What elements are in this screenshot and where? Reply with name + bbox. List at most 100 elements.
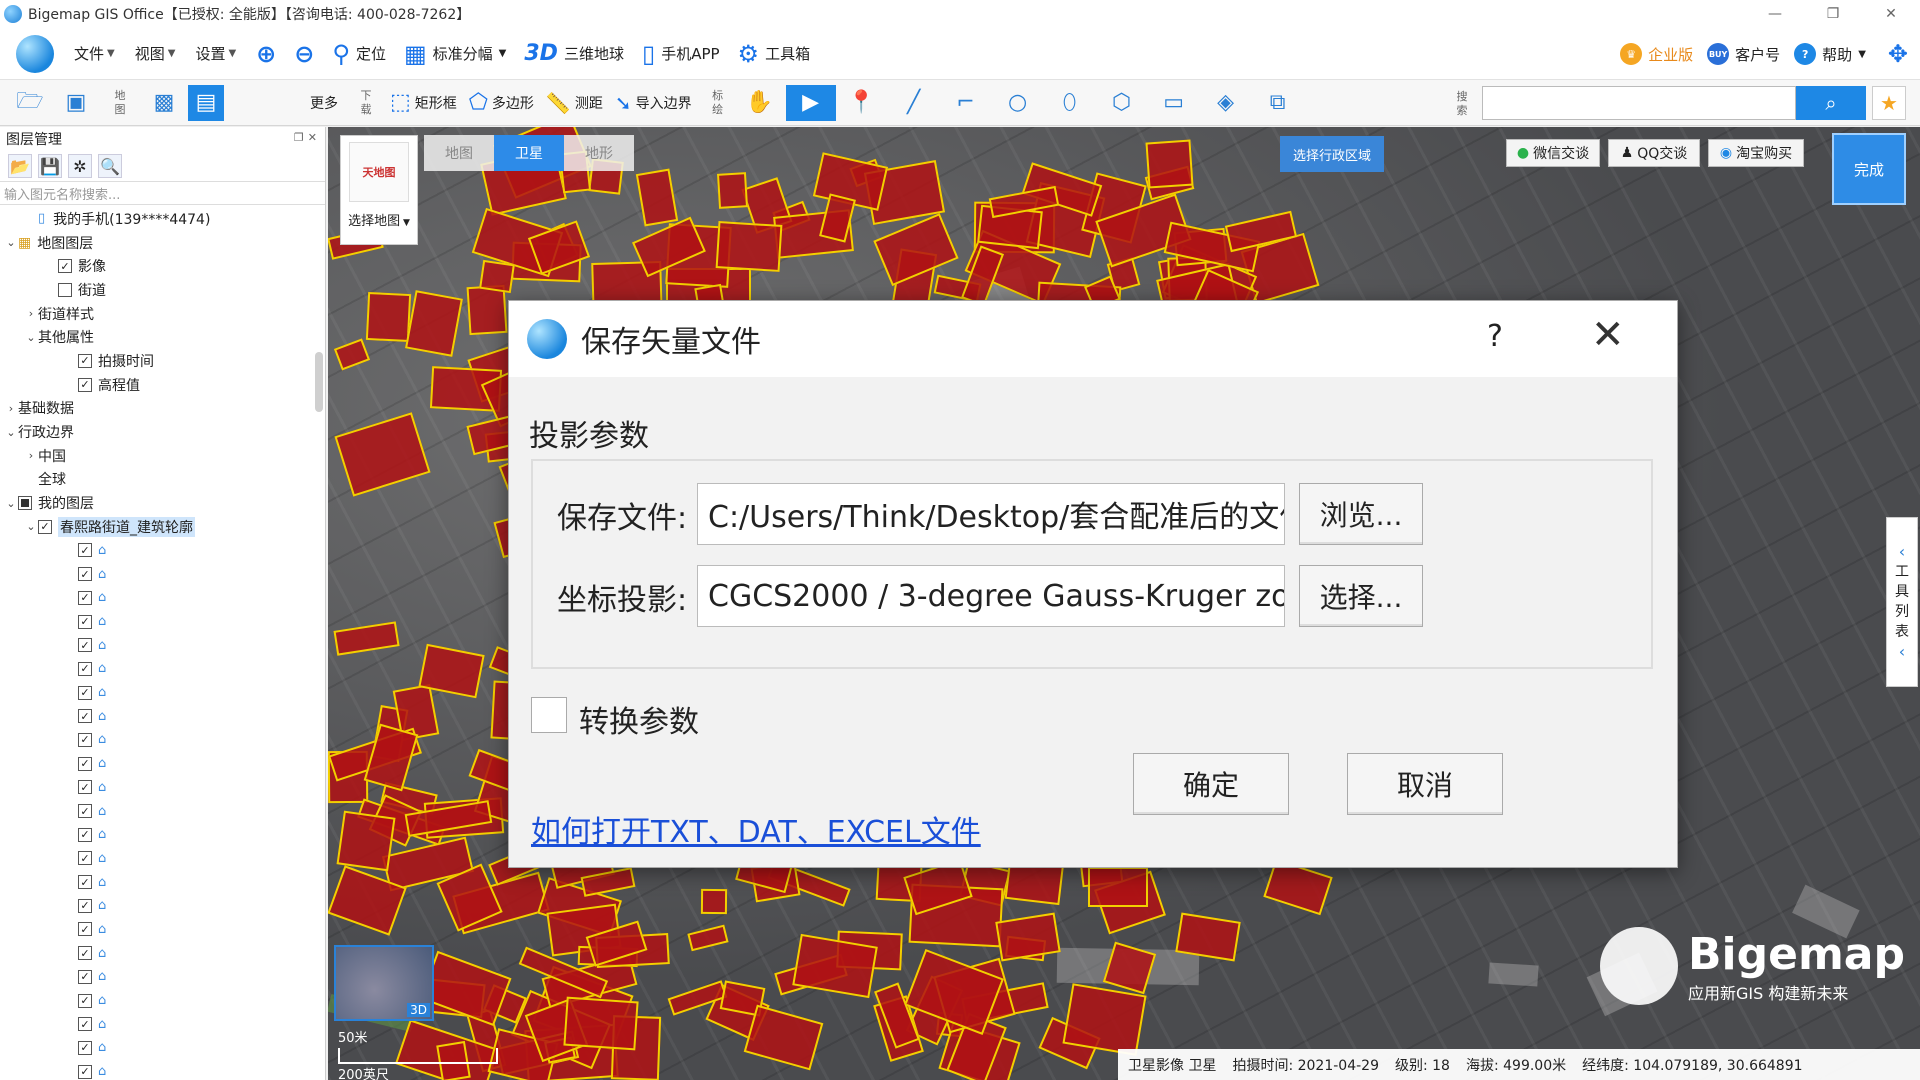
layer-feature-row[interactable]: ✓ ⌂ <box>0 681 325 705</box>
building-footprint[interactable] <box>366 292 412 343</box>
locate-button[interactable]: ⚲ 定位 <box>332 40 386 68</box>
layer-tree-row[interactable]: ⌄ ✓ 春熙路街道_建筑轮廓 <box>0 515 325 539</box>
building-footprint[interactable] <box>743 1004 824 1071</box>
layer-checkbox[interactable]: ✓ <box>78 377 92 392</box>
layer-checkbox[interactable]: ✓ <box>58 259 72 274</box>
feature-checkbox[interactable]: ✓ <box>78 946 92 961</box>
favorite-button[interactable]: ★ <box>1872 86 1906 120</box>
polygon-tool-button[interactable]: ⬡ <box>1104 85 1140 121</box>
tool-list-tab[interactable]: ‹ 工 具 列 表 ‹ <box>1886 517 1918 687</box>
feature-checkbox[interactable]: ✓ <box>78 543 92 558</box>
open-folder-button[interactable]: 🗁 <box>12 85 48 121</box>
done-button[interactable]: 完成 <box>1832 133 1906 205</box>
layer-tree-row[interactable]: ⌄ 其他属性 <box>0 325 325 349</box>
layer-tree-row[interactable]: ⌄ 我的图层 <box>0 491 325 515</box>
zoom-layer-icon[interactable]: 🔍 <box>98 154 122 178</box>
layer-feature-row[interactable]: ✓ ⌂ <box>0 633 325 657</box>
feature-checkbox[interactable]: ✓ <box>78 756 92 771</box>
float-panel-icon[interactable]: ❐ <box>294 131 304 144</box>
polyline-tool-button[interactable]: ⌐ <box>948 85 984 121</box>
chevron-right-icon[interactable]: › <box>24 307 38 320</box>
layer-tree-row[interactable]: 街道 <box>0 278 325 302</box>
qq-chat-button[interactable]: ♟ QQ交谈 <box>1608 139 1700 167</box>
restore-button[interactable]: ❐ <box>1804 0 1862 28</box>
feature-checkbox[interactable]: ✓ <box>78 638 92 653</box>
layer-checkbox[interactable]: ✓ <box>38 519 52 534</box>
close-panel-icon[interactable]: ✕ <box>308 131 317 144</box>
feature-checkbox[interactable]: ✓ <box>78 922 92 937</box>
layer-settings-icon[interactable]: ✲ <box>68 154 92 178</box>
layer-feature-row[interactable]: ✓ ⌂ <box>0 918 325 942</box>
feature-checkbox[interactable]: ✓ <box>78 709 92 724</box>
layer-checkbox[interactable] <box>58 282 72 297</box>
tab-satellite[interactable]: 卫星 <box>494 135 564 171</box>
building-footprint[interactable] <box>363 723 419 792</box>
chevron-down-icon[interactable]: ⌄ <box>4 236 18 249</box>
layer-feature-row[interactable]: ✓ ⌂ <box>0 799 325 823</box>
convert-params-checkbox[interactable] <box>531 697 567 733</box>
feature-checkbox[interactable]: ✓ <box>78 969 92 984</box>
chevron-right-icon[interactable]: › <box>24 449 38 462</box>
building-footprint[interactable] <box>717 172 749 210</box>
layer-feature-row[interactable]: ✓ ⌂ <box>0 776 325 800</box>
minimap[interactable]: 3D <box>334 945 434 1021</box>
layer-feature-row[interactable]: ✓ ⌂ <box>0 586 325 610</box>
feature-checkbox[interactable]: ✓ <box>78 993 92 1008</box>
building-footprint[interactable] <box>635 168 678 226</box>
toolbox-button[interactable]: ⚙ 工具箱 <box>738 40 811 68</box>
customer-id-button[interactable]: BUY 客户号 <box>1707 43 1780 65</box>
line-tool-button[interactable]: ╱ <box>896 85 932 121</box>
select-region-button[interactable]: 选择行政区域 <box>1280 136 1384 172</box>
marker-tool-button[interactable]: 📍 <box>844 85 880 121</box>
menu-settings[interactable]: 设置 ▼ <box>195 43 236 64</box>
layer-feature-row[interactable]: ✓ ⌂ <box>0 704 325 728</box>
layer-tree-row[interactable]: 全球 <box>0 468 325 492</box>
layer-feature-row[interactable]: ✓ ⌂ <box>0 610 325 634</box>
cancel-button[interactable]: 取消 <box>1347 753 1503 815</box>
building-footprint[interactable] <box>333 621 400 656</box>
select-map-button[interactable]: 天地图 选择地图 ▼ <box>340 135 418 245</box>
layer-tree-row[interactable]: ✓ 拍摄时间 <box>0 349 325 373</box>
save-layer-icon[interactable]: 💾 <box>38 154 62 178</box>
rectangle-download-button[interactable]: ⬚ 矩形框 <box>384 85 463 121</box>
ok-button[interactable]: 确定 <box>1133 753 1289 815</box>
rectangle-tool-button[interactable]: ▭ <box>1156 85 1192 121</box>
edit-tool-button[interactable]: ⧉ <box>1260 85 1296 121</box>
mobile-app-button[interactable]: ▯ 手机APP <box>642 40 720 68</box>
measure-tool-button[interactable]: ◈ <box>1208 85 1244 121</box>
feature-checkbox[interactable]: ✓ <box>78 851 92 866</box>
layer-panel-scrollbar[interactable] <box>315 352 323 412</box>
layer-feature-row[interactable]: ✓ ⌂ <box>0 847 325 871</box>
layer-feature-row[interactable]: ✓ ⌂ <box>0 657 325 681</box>
overlay-button[interactable]: ▤ <box>188 84 224 121</box>
open-layer-icon[interactable]: 📂 <box>8 154 32 178</box>
feature-checkbox[interactable]: ✓ <box>78 1040 92 1055</box>
layer-search-input[interactable]: 输入图元名称搜索... <box>0 181 325 205</box>
layer-feature-row[interactable]: ✓ ⌂ <box>0 941 325 965</box>
circle-tool-button[interactable]: ○ <box>1000 85 1036 121</box>
feature-checkbox[interactable]: ✓ <box>78 567 92 582</box>
building-footprint[interactable] <box>405 290 464 357</box>
menu-file[interactable]: 文件 ▼ <box>74 43 115 64</box>
standard-sheet-button[interactable]: ▦ 标准分幅 ▼ <box>404 40 506 68</box>
building-footprint[interactable] <box>334 412 431 497</box>
layer-checkbox[interactable]: ✓ <box>78 353 92 368</box>
tab-map[interactable]: 地图 <box>424 135 494 171</box>
layer-feature-row[interactable]: ✓ ⌂ <box>0 1012 325 1036</box>
open-files-help-link[interactable]: 如何打开TXT、DAT、EXCEL文件 <box>531 807 981 851</box>
feature-checkbox[interactable]: ✓ <box>78 1064 92 1079</box>
layer-feature-row[interactable]: ✓ ⌂ <box>0 894 325 918</box>
layer-tree-row[interactable]: ✓ 影像 <box>0 254 325 278</box>
browse-button[interactable]: 浏览... <box>1299 483 1423 545</box>
layer-feature-row[interactable]: ✓ ⌂ <box>0 539 325 563</box>
feature-checkbox[interactable]: ✓ <box>78 804 92 819</box>
save-button[interactable]: ▣ <box>58 85 94 121</box>
menu-view[interactable]: 视图 ▼ <box>135 43 176 64</box>
pan-tool-button[interactable]: ✋ <box>742 85 778 121</box>
tab-terrain[interactable]: 地形 <box>564 135 634 171</box>
building-footprint[interactable] <box>1062 982 1147 1056</box>
layer-tree-row[interactable]: ⌄ 行政边界 <box>0 420 325 444</box>
layer-feature-row[interactable]: ✓ ⌂ <box>0 870 325 894</box>
building-footprint[interactable] <box>466 284 508 335</box>
feature-checkbox[interactable]: ✓ <box>78 614 92 629</box>
